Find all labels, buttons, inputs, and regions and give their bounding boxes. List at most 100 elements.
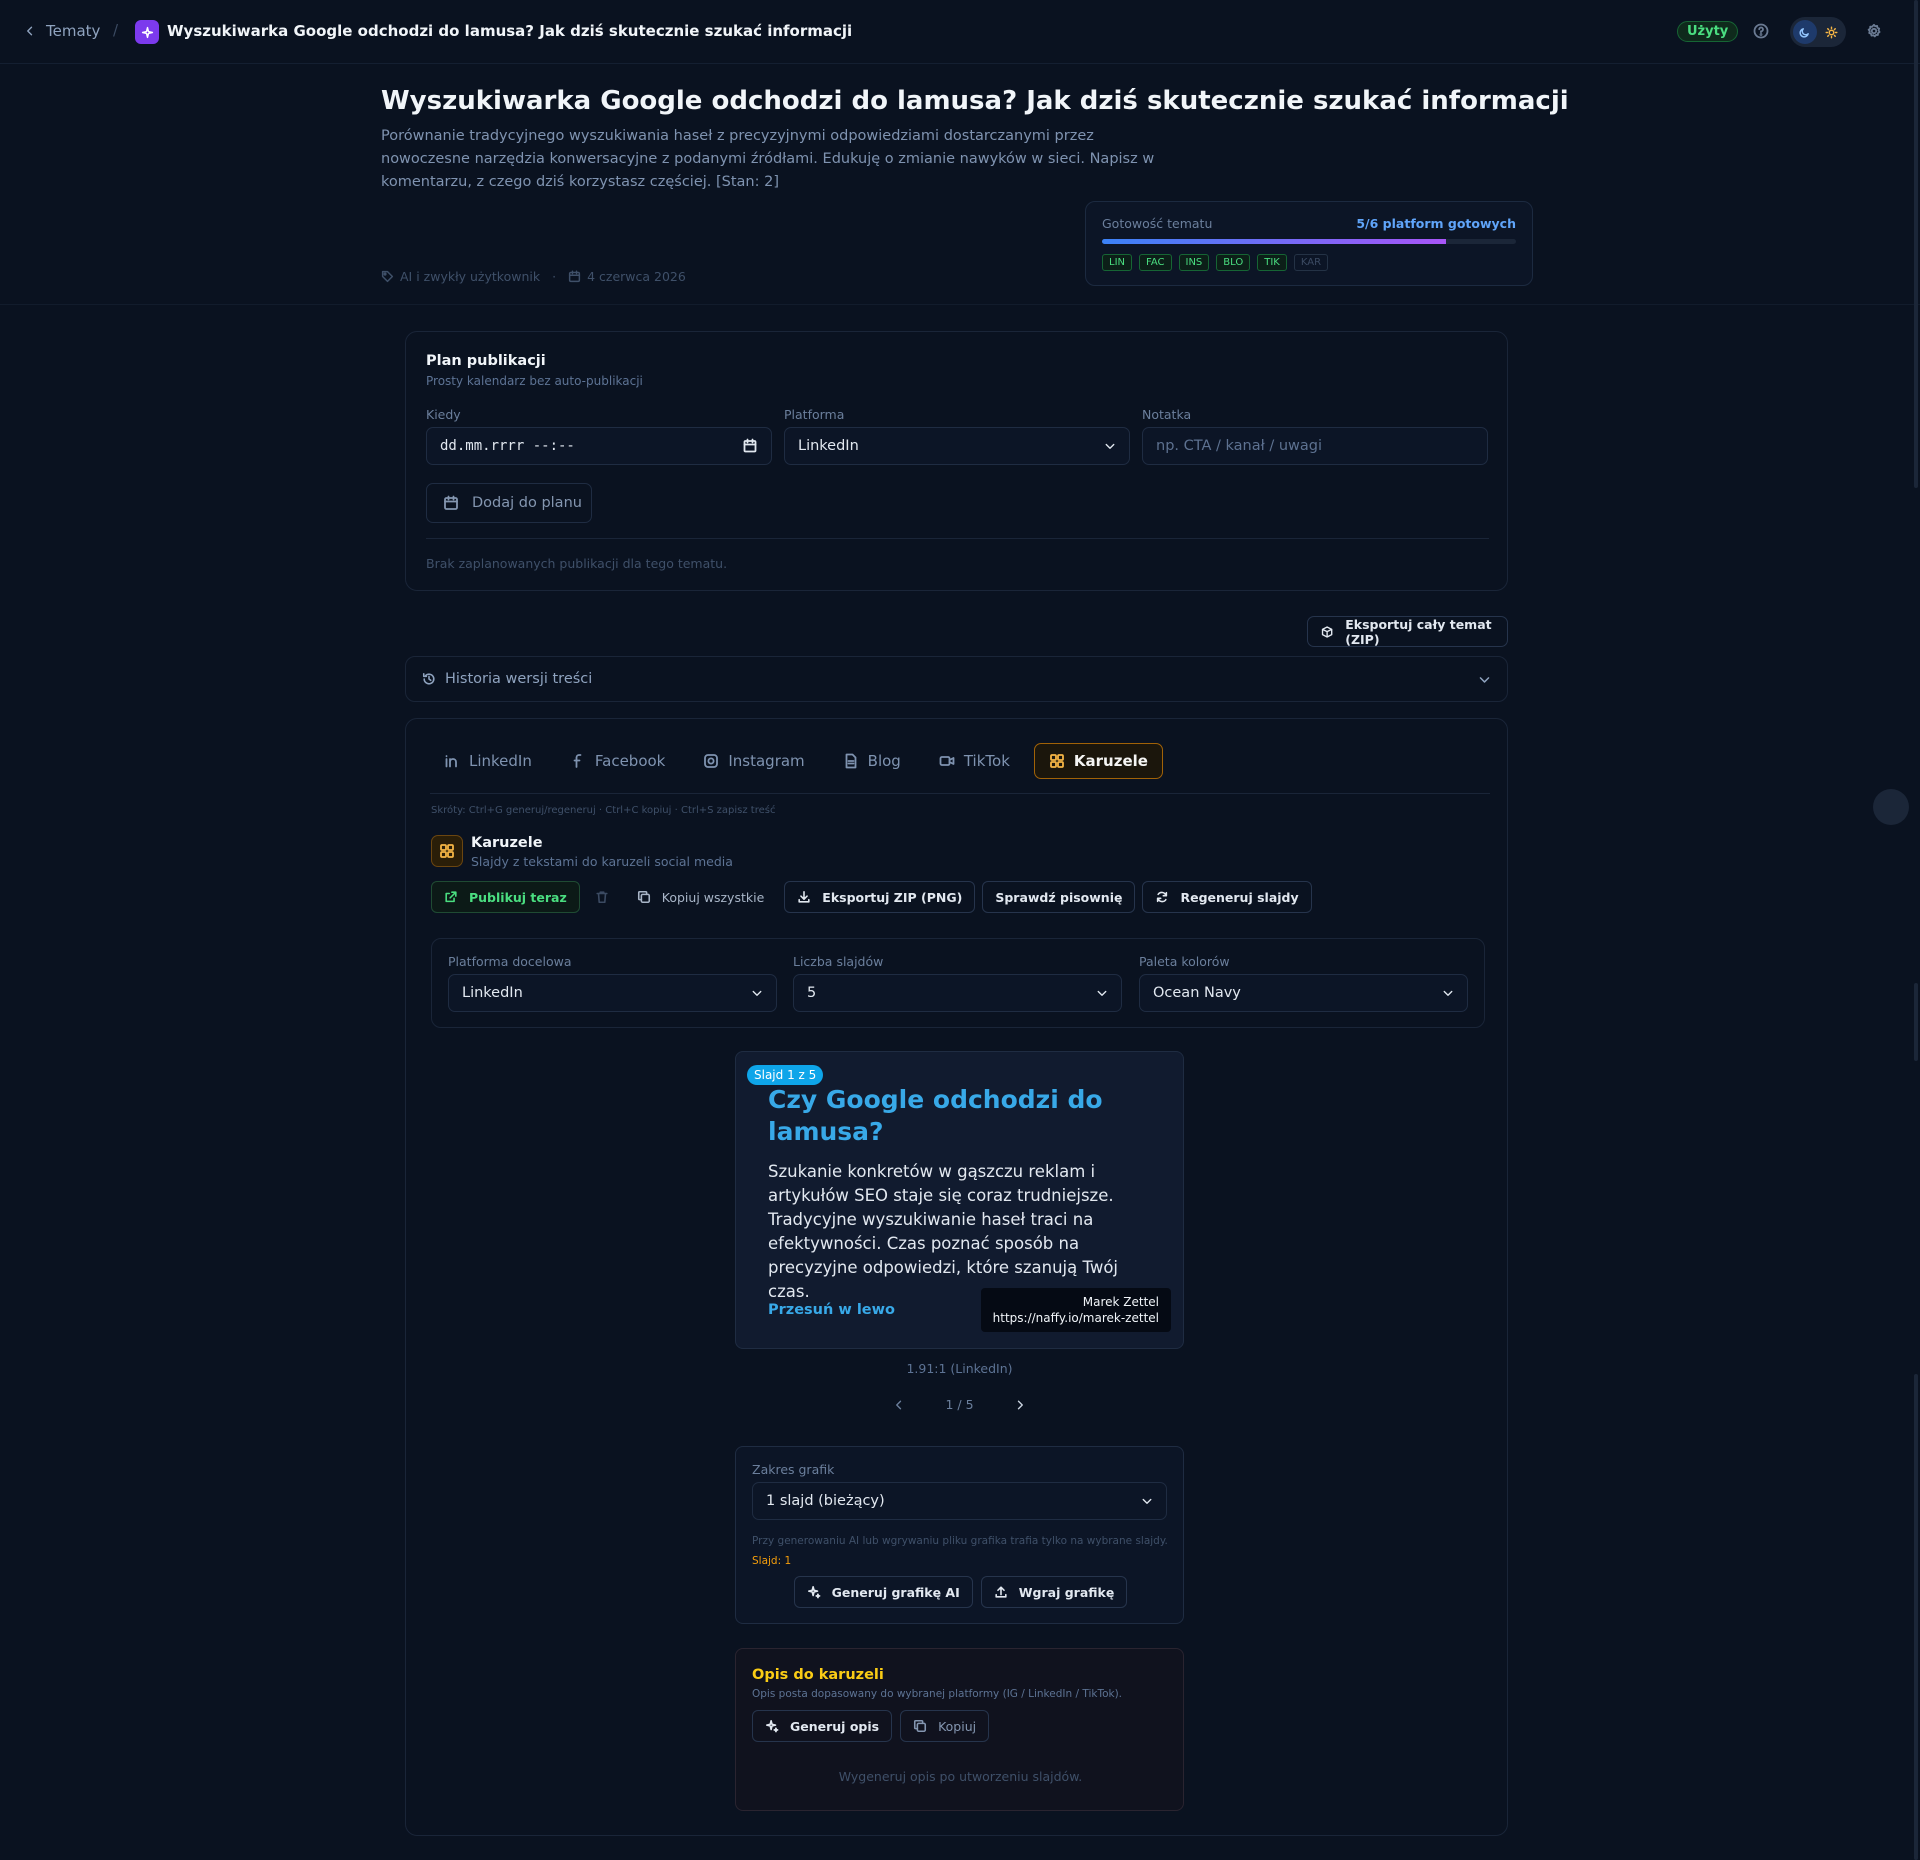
- document-icon: [845, 753, 857, 769]
- copy-all-button[interactable]: Kopiuj wszystkie: [624, 881, 778, 913]
- tab-blog[interactable]: Blog: [829, 743, 915, 779]
- moon-icon: [1793, 20, 1817, 44]
- scrollbar-thumb[interactable]: [1914, 983, 1918, 1061]
- theme-toggle[interactable]: [1790, 17, 1846, 47]
- when-input[interactable]: dd.mm.rrrr --:--: [426, 427, 772, 465]
- grid-icon: [431, 835, 463, 867]
- export-zip-label: Eksportuj ZIP (PNG): [822, 889, 963, 905]
- history-icon: [422, 672, 435, 685]
- author-url: https://naffy.io/marek-zettel: [992, 1311, 1159, 1325]
- add-to-plan-label: Dodaj do planu: [472, 495, 582, 511]
- back-link-label: Tematy: [46, 22, 101, 40]
- readiness-count: 5/6 platform gotowych: [1356, 216, 1516, 231]
- floating-button[interactable]: [1873, 789, 1909, 825]
- tab-label: TikTok: [963, 752, 1010, 770]
- chevron-down-icon: [1443, 990, 1453, 996]
- breadcrumb-title: Wyszukiwarka Google odchodzi do lamusa? …: [167, 22, 853, 40]
- instagram-icon: [704, 754, 719, 768]
- tab-facebook[interactable]: Facebook: [556, 743, 679, 779]
- plan-title: Plan publikacji: [426, 353, 546, 369]
- gear-icon[interactable]: [1866, 23, 1882, 39]
- slide-swipe-hint: Przesuń w lewo: [768, 1302, 895, 1318]
- readiness-label: Gotowość tematu: [1102, 216, 1213, 231]
- platform-tag-fac: FAC: [1139, 254, 1172, 271]
- tab-linkedin[interactable]: LinkedIn: [430, 743, 546, 779]
- target-platform-select[interactable]: LinkedIn: [448, 974, 777, 1012]
- scrollbar-track[interactable]: [1914, 0, 1918, 488]
- export-zip-button[interactable]: Eksportuj ZIP (PNG): [784, 881, 976, 913]
- publish-now-label: Publikuj teraz: [469, 889, 567, 905]
- chevron-down-icon: [1097, 990, 1107, 996]
- description-subtitle: Opis posta dopasowany do wybranej platfo…: [752, 1688, 1123, 1700]
- graphics-range-select[interactable]: 1 slajd (bieżący): [752, 1482, 1167, 1520]
- description-empty-text: Wygeneruj opis po utworzeniu slajdów.: [838, 1769, 1083, 1784]
- tag-icon: [381, 270, 394, 283]
- section-subtitle: Slajdy z tekstami do karuzeli social med…: [471, 854, 733, 869]
- scrollbar-track-lower[interactable]: [1914, 1374, 1918, 1860]
- palette-select[interactable]: Ocean Navy: [1139, 974, 1468, 1012]
- slide-count-value: 5: [807, 985, 817, 1001]
- tab-karuzele[interactable]: Karuzele: [1033, 743, 1163, 779]
- platform-tag-ins: INS: [1178, 254, 1210, 271]
- delete-button[interactable]: [587, 881, 617, 913]
- external-link-icon: [445, 891, 457, 903]
- export-topic-zip-label: Eksportuj cały temat (ZIP): [1345, 616, 1492, 647]
- tab-tiktok[interactable]: TikTok: [925, 743, 1024, 779]
- back-link[interactable]: Tematy: [24, 22, 100, 40]
- spellcheck-label: Sprawdź pisownię: [995, 889, 1123, 905]
- carousel-options: Platforma docelowa LinkedIn Liczba slajd…: [431, 938, 1485, 1028]
- chevron-down-icon: [1105, 443, 1115, 449]
- upload-graphic-button[interactable]: Wgraj grafikę: [980, 1576, 1128, 1608]
- copy-description-button[interactable]: Kopiuj: [900, 1710, 990, 1742]
- chevron-down-icon: [1479, 676, 1490, 683]
- chevron-left-icon[interactable]: [893, 1399, 905, 1411]
- graphics-range-label: Zakres grafik: [752, 1462, 835, 1477]
- readiness-progress: [1102, 239, 1516, 244]
- description-buttons: Generuj opis Kopiuj: [752, 1710, 990, 1742]
- platform-tabs: LinkedIn Facebook Instagram Blog TikTok …: [430, 743, 1163, 779]
- platform-tag-kar: KAR: [1293, 254, 1329, 271]
- platform-tag-tik: TIK: [1257, 254, 1287, 271]
- tab-label: Karuzele: [1073, 752, 1148, 770]
- page-title: Wyszukiwarka Google odchodzi do lamusa? …: [381, 86, 1569, 116]
- copy-description-label: Kopiuj: [938, 1718, 977, 1734]
- refresh-icon: [1157, 891, 1168, 903]
- note-input[interactable]: np. CTA / kanał / uwagi: [1142, 427, 1488, 465]
- breadcrumb-separator: /: [113, 21, 119, 39]
- tab-label: Blog: [867, 752, 901, 770]
- chevron-down-icon: [1142, 1498, 1152, 1504]
- carousel-actions: Publikuj teraz Kopiuj wszystkie Eksportu…: [431, 881, 1312, 913]
- readiness-card: Gotowość tematu 5/6 platform gotowych LI…: [1085, 201, 1533, 286]
- upload-graphic-label: Wgraj grafikę: [1018, 1584, 1115, 1600]
- platform-tags: LIN FAC INS BLO TIK KAR: [1102, 254, 1329, 271]
- chevron-right-icon[interactable]: [1014, 1399, 1026, 1411]
- topic-date: 4 czerwca 2026: [587, 269, 686, 284]
- slide-count-select[interactable]: 5: [793, 974, 1122, 1012]
- export-topic-zip-button[interactable]: Eksportuj cały temat (ZIP): [1307, 616, 1508, 647]
- generate-description-label: Generuj opis: [790, 1718, 880, 1734]
- grid-icon: [1049, 754, 1064, 768]
- when-value: dd.mm.rrrr --:--: [440, 438, 575, 454]
- generate-ai-graphic-button[interactable]: Generuj grafikę AI: [793, 1576, 973, 1608]
- platform-label: Platforma: [784, 407, 845, 422]
- add-to-plan-button[interactable]: Dodaj do planu: [426, 483, 592, 523]
- content-card: LinkedIn Facebook Instagram Blog TikTok …: [405, 718, 1508, 1836]
- palette-value: Ocean Navy: [1153, 985, 1241, 1001]
- graphics-range-card: Zakres grafik 1 slajd (bieżący) Przy gen…: [735, 1446, 1184, 1624]
- help-icon[interactable]: [1753, 23, 1769, 39]
- status-badge: Użyty: [1677, 21, 1739, 42]
- version-history-accordion[interactable]: Historia wersji treści: [405, 656, 1508, 702]
- keyboard-shortcuts-hint: Skróty: Ctrl+G generuj/regeneruj · Ctrl+…: [431, 805, 776, 816]
- regenerate-slides-button[interactable]: Regeneruj slajdy: [1142, 881, 1312, 913]
- spellcheck-button[interactable]: Sprawdź pisownię: [982, 881, 1136, 913]
- generate-description-button[interactable]: Generuj opis: [752, 1710, 893, 1742]
- platform-select[interactable]: LinkedIn: [784, 427, 1130, 465]
- tab-instagram[interactable]: Instagram: [689, 743, 818, 779]
- target-platform-label: Platforma docelowa: [448, 954, 572, 969]
- slide-pager: 1 / 5: [735, 1397, 1184, 1412]
- calendar-picker-icon[interactable]: [742, 438, 758, 454]
- slide-ratio: 1.91:1 (LinkedIn): [906, 1361, 1013, 1376]
- topic-sparkle-icon: [135, 20, 159, 44]
- note-placeholder: np. CTA / kanał / uwagi: [1156, 438, 1322, 454]
- publish-now-button[interactable]: Publikuj teraz: [431, 881, 580, 913]
